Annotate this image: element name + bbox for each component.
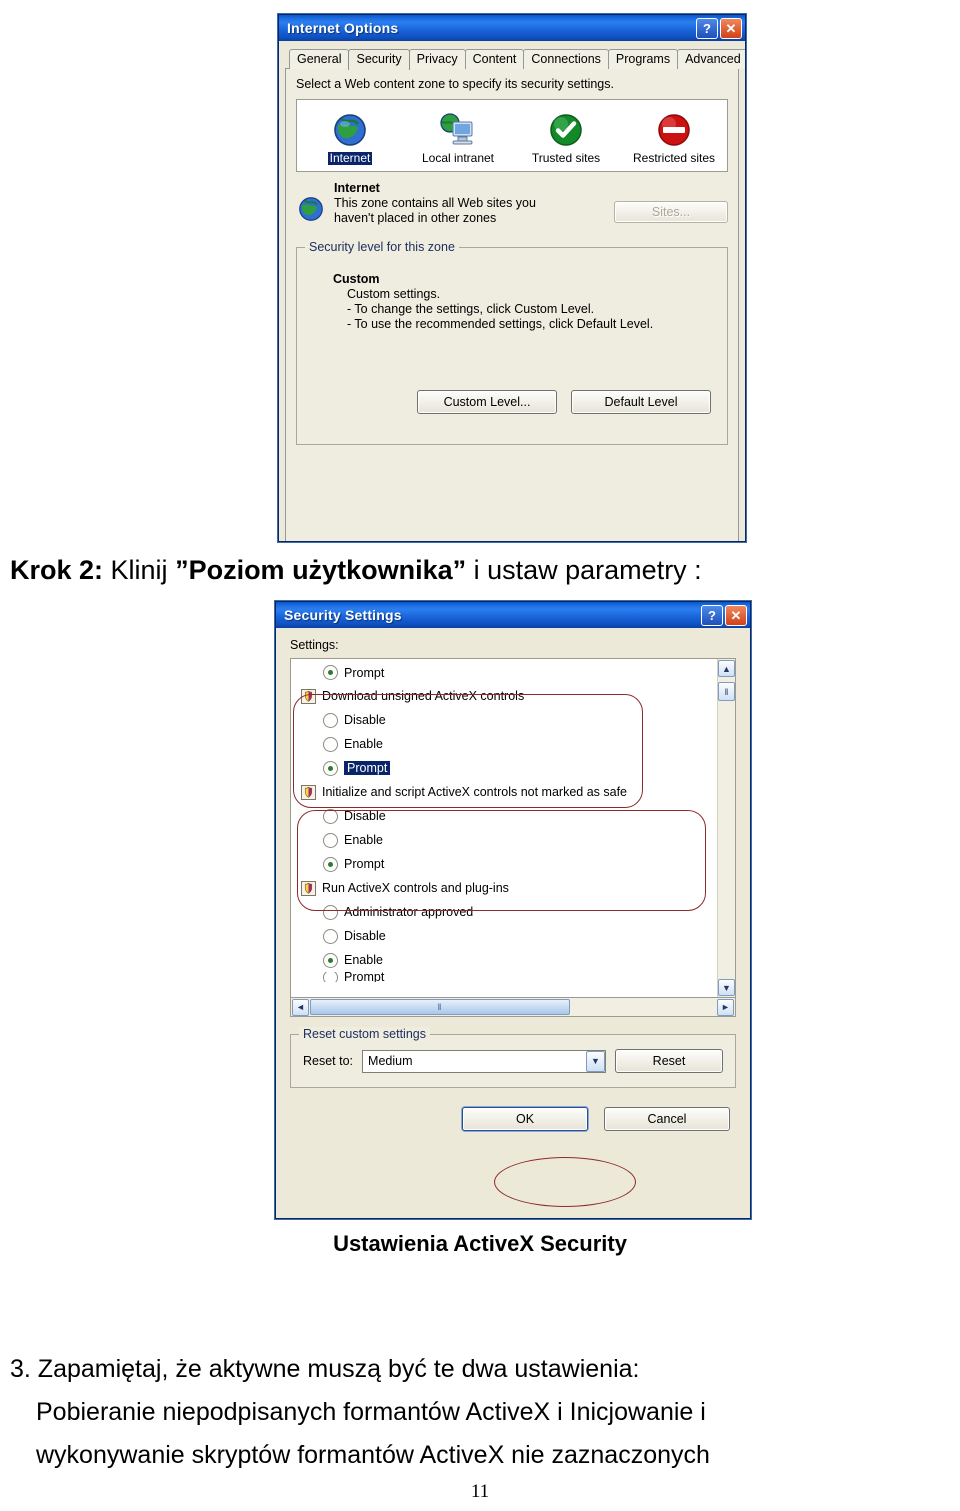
list-item-label: Prompt — [344, 972, 385, 982]
vertical-scroll-thumb[interactable]: ‖ — [718, 682, 735, 701]
tab-programs[interactable]: Programs — [607, 49, 679, 69]
globe-icon — [307, 108, 393, 152]
scroll-up-icon[interactable]: ▲ — [718, 660, 735, 677]
list-item-label: Prompt — [344, 665, 385, 680]
security-level-line2: - To change the settings, click Custom L… — [347, 302, 595, 316]
tab-connections[interactable]: Connections — [523, 49, 609, 69]
intranet-computer-icon — [415, 108, 501, 152]
list-item-label: Enable — [344, 953, 383, 967]
list-item-label: Disable — [344, 929, 386, 943]
paragraph-line-2: Pobieranie niepodpisanych formantów Acti… — [36, 1398, 706, 1426]
zone-item-local-intranet[interactable]: Local intranet — [415, 108, 501, 165]
close-icon-2[interactable]: ✕ — [725, 604, 747, 626]
step-heading: Krok 2: Klinij ”Poziom użytkownika” i us… — [10, 554, 702, 586]
zone-prompt-label: Select a Web content zone to specify its… — [296, 77, 614, 91]
figure-caption: Ustawienia ActiveX Security — [333, 1231, 627, 1256]
step-heading-prefix: Krok 2: — [10, 555, 104, 585]
zone-detail-text: Internet This zone contains all Web site… — [334, 181, 606, 226]
radio-icon[interactable] — [323, 952, 338, 968]
security-level-legend: Security level for this zone — [305, 240, 459, 254]
default-level-button[interactable]: Default Level — [571, 390, 711, 414]
paragraph-line-1: 3. Zapamiętaj, że aktywne muszą być te d… — [10, 1355, 640, 1383]
settings-label: Settings: — [290, 638, 339, 652]
annotation-box-initialize-script — [297, 810, 706, 911]
reset-custom-settings-group: Reset custom settings Reset to: Medium ▼… — [290, 1027, 736, 1088]
reset-to-combobox[interactable]: Medium ▼ — [362, 1049, 606, 1073]
internet-options-titlebar[interactable]: Internet Options ? ✕ — [279, 15, 745, 41]
step-heading-mid: Klinij — [103, 555, 176, 585]
zone-label-internet: Internet — [327, 151, 373, 165]
step-heading-quoted: ”Poziom użytkownika” — [175, 555, 467, 585]
tab-advanced[interactable]: Advanced — [677, 49, 745, 69]
security-settings-titlebar[interactable]: Security Settings ? ✕ — [276, 602, 750, 628]
page-number: 11 — [470, 1481, 490, 1502]
settings-horizontal-scrollbar[interactable]: ◄ ‖ ► — [290, 998, 736, 1017]
security-tab-panel: Select a Web content zone to specify its… — [285, 68, 739, 541]
tab-security[interactable]: Security — [348, 49, 410, 70]
list-item[interactable]: Prompt — [301, 661, 717, 684]
window-controls-2: ? ✕ — [701, 604, 747, 626]
close-icon[interactable]: ✕ — [720, 17, 742, 39]
reset-group-legend: Reset custom settings — [299, 1027, 430, 1041]
scroll-left-icon[interactable]: ◄ — [292, 998, 309, 1016]
radio-icon[interactable] — [323, 928, 338, 944]
zone-label-restricted-sites: Restricted sites — [632, 151, 716, 165]
scroll-down-icon[interactable]: ▼ — [718, 979, 735, 996]
internet-options-title: Internet Options — [287, 20, 399, 36]
list-item[interactable]: Disable — [301, 924, 717, 948]
ok-button[interactable]: OK — [462, 1107, 588, 1131]
radio-icon[interactable] — [323, 972, 338, 982]
list-item[interactable]: Prompt — [301, 972, 717, 982]
sites-button[interactable]: Sites... — [614, 201, 728, 223]
reset-button[interactable]: Reset — [615, 1049, 723, 1073]
help-icon[interactable]: ? — [696, 17, 718, 39]
paragraph-step-3: 3. Zapamiętaj, że aktywne muszą być te d… — [10, 1348, 950, 1477]
zone-detail-desc-line2: haven't placed in other zones — [334, 211, 497, 225]
zone-detail-desc-line1: This zone contains all Web sites you — [334, 196, 536, 210]
zone-item-restricted-sites[interactable]: Restricted sites — [631, 108, 717, 165]
settings-vertical-scrollbar[interactable]: ▲ ‖ ▼ — [717, 659, 735, 997]
tabstrip: General Security Privacy Content Connect… — [285, 47, 745, 70]
window-controls: ? ✕ — [696, 17, 742, 39]
zone-detail-globe-icon — [296, 181, 326, 229]
zone-label-local-intranet: Local intranet — [421, 151, 495, 165]
security-level-line3: - To use the recommended settings, click… — [347, 317, 654, 331]
zone-item-internet[interactable]: Internet — [307, 108, 393, 165]
zone-detail-name: Internet — [334, 181, 380, 195]
annotation-box-download-unsigned — [293, 694, 643, 808]
radio-icon[interactable] — [323, 665, 338, 680]
zone-detail: Internet This zone contains all Web site… — [296, 181, 728, 229]
list-item[interactable]: Enable — [301, 948, 717, 972]
red-prohibited-icon — [631, 108, 717, 152]
tab-content[interactable]: Content — [464, 49, 525, 69]
cancel-button[interactable]: Cancel — [604, 1107, 730, 1131]
zone-item-trusted-sites[interactable]: Trusted sites — [523, 108, 609, 165]
security-settings-title: Security Settings — [284, 607, 402, 623]
paragraph-line-3: wykonywanie skryptów formantów ActiveX n… — [36, 1441, 710, 1469]
security-level-name: Custom — [333, 272, 380, 286]
step-heading-suffix: i ustaw parametry : — [466, 555, 702, 585]
internet-options-dialog: Internet Options ? ✕ General Security Pr… — [278, 14, 746, 542]
help-icon-2[interactable]: ? — [701, 604, 723, 626]
reset-to-value: Medium — [368, 1054, 413, 1068]
chevron-down-icon[interactable]: ▼ — [586, 1050, 605, 1072]
reset-to-label: Reset to: — [303, 1053, 354, 1068]
zone-label-trusted-sites: Trusted sites — [531, 151, 601, 165]
custom-level-button[interactable]: Custom Level... — [417, 390, 557, 414]
security-level-line1: Custom settings. — [347, 287, 441, 301]
tab-general[interactable]: General — [289, 49, 350, 69]
horizontal-scroll-thumb[interactable]: ‖ — [310, 999, 570, 1015]
green-check-icon — [523, 108, 609, 152]
security-level-group: Security level for this zone Custom Cust… — [296, 240, 728, 445]
tab-privacy[interactable]: Privacy — [408, 49, 466, 69]
zone-list[interactable]: Internet Local intranet Trusted sites Re… — [296, 99, 728, 172]
scroll-right-icon[interactable]: ► — [717, 998, 734, 1016]
internet-options-body: General Security Privacy Content Connect… — [279, 41, 745, 541]
